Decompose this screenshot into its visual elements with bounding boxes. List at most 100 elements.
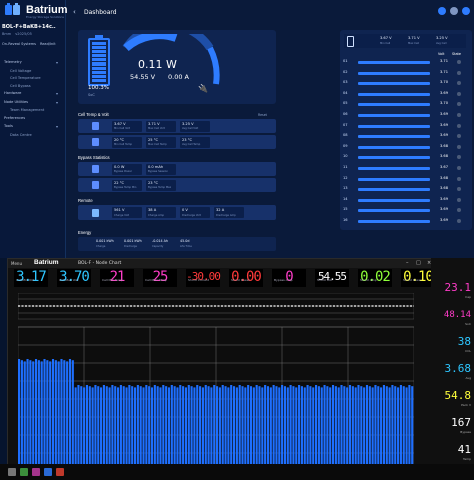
nav-item-label: Cell Voltage [10,68,32,73]
nav-item-label: Telemetry [4,60,22,64]
cell-row[interactable]: 06 3.69 [340,111,472,121]
chart-bar [298,385,301,471]
chevron-down-icon[interactable]: ▾ [56,124,58,129]
user-icon[interactable] [462,7,470,15]
menu-button[interactable]: Menu [11,261,22,266]
app-icon-1[interactable] [20,468,28,476]
chevron-down-icon[interactable]: ▾ [56,60,58,65]
chart-bar [80,386,83,471]
cell-temp-reset[interactable]: Reset [258,113,267,117]
cell-row[interactable]: 12 3.68 [340,175,472,185]
right-readout-panel: 23.1 Cap 48.14 SoC 38 CCL 3.68 Avg 54.8 Pack V 167… [431,258,474,476]
app-icon-4[interactable] [56,468,64,476]
right-readout-value: 167 [451,416,471,429]
chevron-down-icon[interactable]: ▾ [56,91,58,96]
chart-bar [139,386,142,471]
cell-voltage-bar [358,61,430,64]
app-icon-3[interactable] [44,468,52,476]
right-readout-value: 48.14 [443,310,471,320]
cell-row[interactable]: 02 3.71 [340,69,472,79]
cell-state-dot [457,102,461,107]
cell-row[interactable]: 16 3.69 [340,217,472,227]
chart-bar [108,387,111,471]
bypass-stat: 0.0 W Bypass Power [112,163,142,175]
chart-bar [266,386,270,471]
remote-stat-value: 0 V [182,208,188,212]
cell-row[interactable]: 07 3.69 [340,122,472,132]
chart-bar [348,385,352,471]
app-icon-2[interactable] [32,468,40,476]
readout-label: Shunt Amp [360,278,377,282]
chart-bar [295,387,298,471]
cell-row[interactable]: 05 3.70 [340,100,472,110]
cell-voltage: 3.69 [440,112,449,116]
cell-state-dot [457,60,461,64]
bypass-row-icon [92,181,99,189]
chart-bar [382,385,386,471]
readout-value: 0.10 [403,269,434,285]
nav-item-8[interactable]: Tools ▾ [4,124,58,129]
brand[interactable]: Batrium Energy Storage Solutions [4,2,68,19]
cell-state-dot [457,123,461,128]
nav-item-9[interactable]: Data Centre [10,133,32,137]
brand-tagline: Energy Storage Solutions [26,15,64,19]
cell-voltage: 3.69 [440,90,449,95]
nav-item-6[interactable]: Team Management [10,108,44,112]
chart-bar [213,385,216,471]
chart-bar [193,387,196,471]
page-header: ‹ Dashboard [66,6,474,20]
cell-row[interactable]: 09 3.68 [340,143,472,153]
cell-row[interactable]: 03 3.70 [340,79,472,89]
cell-row[interactable]: 10 3.68 [340,153,472,163]
nav-item-5[interactable]: Node Utilities ▾ [4,99,58,105]
start-icon[interactable] [8,468,16,476]
maximize-button[interactable]: □ [416,260,421,266]
chart-bar [334,386,337,471]
cell-row[interactable]: 13 3.68 [340,185,472,195]
page-title: Dashboard [84,9,117,16]
nav-item-2[interactable]: Cell Temperature [10,76,41,80]
cell-state-dot [457,187,461,192]
settings-icon[interactable] [450,7,458,15]
nav-item-0[interactable]: Telemetry ▾ [4,60,58,65]
cell-row[interactable]: 08 3.69 [340,132,472,142]
bypass-stat: 0.0 mAh Bypass Session [146,163,176,175]
nav-item-7[interactable]: Preferences [4,116,25,120]
chart-bar [128,385,131,471]
back-button[interactable]: ‹ [73,8,76,16]
chart-bar [43,359,46,471]
cell-id: 16 [343,218,348,222]
nav-item-3[interactable]: Cell Bypass [10,84,31,88]
cell_temp-stat: 3.25 V Avg Cell Volt [180,120,210,132]
chart-bar [329,387,332,471]
readout-value: -30.00 [186,270,221,283]
cell-row[interactable]: 11 3.67 [340,164,472,174]
chart-bar [190,386,193,471]
chart-bar [385,386,388,471]
bypass-row: 0.0 W Bypass Power 0.0 mAh Bypass Session [78,162,276,176]
chart-bar [216,386,219,471]
plug-icon: 🔌 [198,84,208,93]
cell-state-dot [457,91,461,96]
right-readout-value: 38 [457,335,471,348]
device-info[interactable]: BOL-F+BaKB+14c.. Bmm v2025/05 On-Reveal … [2,24,62,46]
cell-voltage-bar [358,167,430,170]
cell_temp-row: 3.67 V Min Cell Volt 3.71 V Max Cell Volt 3.… [78,119,276,133]
notification-icon[interactable] [438,7,446,15]
chart-bar [312,387,315,471]
nav-item-4[interactable]: Hardware ▾ [4,91,58,96]
cell-row[interactable]: 01 3.71 [340,58,472,68]
chart-bar [66,361,69,471]
cell-row[interactable]: 15 3.69 [340,206,472,216]
nav-item-label: Node Utilities [4,99,29,104]
cell-row[interactable]: 04 3.69 [340,90,472,100]
readout-label: Shunt Power [231,278,250,282]
cell_temp-stat-value: 3.71 V [148,121,160,126]
chevron-down-icon[interactable]: ▾ [56,100,58,105]
chart-bar [20,360,23,471]
nav-item-1[interactable]: Cell Voltage [10,69,31,73]
cell_temp-stat: 3.71 V Max Cell Volt [146,120,176,132]
nav-item-label: Team Management [10,108,45,112]
minimize-button[interactable]: – [406,260,409,266]
cell-row[interactable]: 14 3.69 [340,196,472,206]
